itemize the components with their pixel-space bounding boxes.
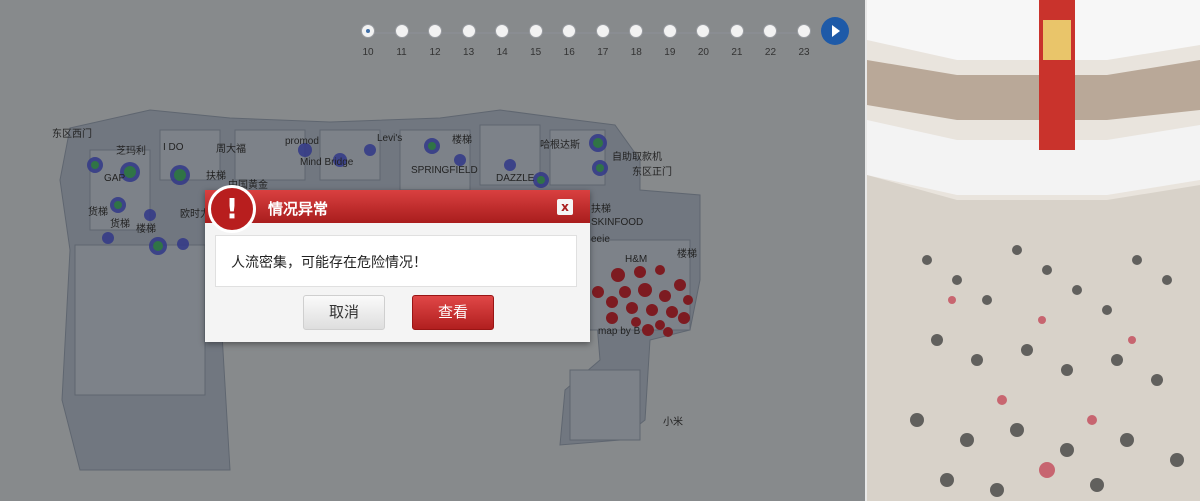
timeline-label: 12	[429, 47, 441, 58]
close-icon[interactable]: x	[557, 199, 573, 215]
play-icon[interactable]	[821, 17, 849, 45]
crowd-photo	[867, 0, 1200, 501]
timeline-label: 15	[530, 47, 542, 58]
mall-crowd-image	[867, 0, 1200, 501]
dialog-header: 情况异常 x	[205, 190, 590, 223]
timeline-tick-17[interactable]	[595, 24, 610, 38]
dialog-message-box: 人流密集，可能存在危险情况！	[215, 235, 577, 287]
timeline-label: 10	[362, 47, 374, 58]
timeline-tick-11[interactable]	[394, 24, 409, 38]
cancel-button[interactable]: 取消	[303, 295, 385, 330]
timeline-tick-23[interactable]	[797, 24, 811, 38]
timeline-label: 16	[563, 47, 575, 58]
timeline-label: 19	[664, 47, 676, 58]
timeline-label: 23	[798, 47, 810, 58]
dialog-title: 情况异常	[268, 200, 329, 218]
view-button[interactable]: 查看	[412, 295, 494, 330]
alert-dialog: 情况异常 x 人流密集，可能存在危险情况！ 取消 查看	[205, 190, 590, 342]
timeline-label: 18	[630, 47, 642, 58]
timeline-tick-15[interactable]	[528, 24, 543, 38]
timeline-tick-12[interactable]	[428, 24, 443, 38]
warning-icon: !	[208, 185, 256, 233]
timeline-label: 11	[396, 47, 407, 58]
timeline-tick-13[interactable]	[461, 24, 476, 38]
warning-glyph: !	[225, 192, 239, 225]
timeline-label: 14	[496, 47, 508, 58]
dialog-message: 人流密集，可能存在危险情况！	[231, 255, 427, 271]
timeline-label: 21	[731, 47, 743, 58]
timeline-label: 13	[463, 47, 475, 58]
timeline-tick-21[interactable]	[729, 24, 744, 38]
timeline-label: 22	[764, 47, 777, 58]
timeline-tick-19[interactable]	[662, 24, 677, 38]
heatmap-panel: 东区西门 芝玛利 I DO 周大福 promod Levi's 楼梯 哈根达斯 …	[0, 0, 865, 501]
timeline-label: 20	[697, 47, 709, 58]
timeline-label: 17	[597, 47, 609, 58]
timeline-tick-10[interactable]	[361, 24, 375, 38]
